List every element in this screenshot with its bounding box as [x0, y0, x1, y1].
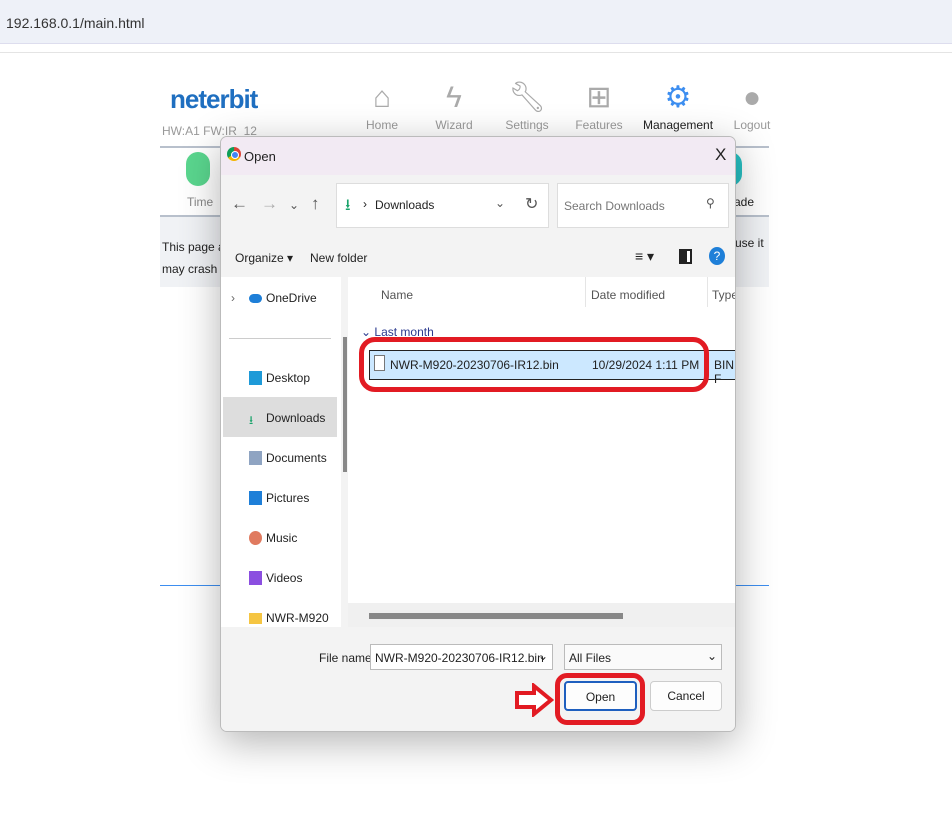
highlight-annotation [359, 337, 709, 392]
column-date-modified[interactable]: Date modified [591, 288, 665, 302]
search-input[interactable]: Search Downloads ⚲ [557, 183, 729, 228]
logo: neterbit [170, 84, 258, 114]
divider [0, 52, 952, 53]
highlight-annotation [555, 673, 645, 725]
column-divider [585, 277, 586, 307]
command-bar: Organize ▾ New folder ≡ ▾ ? [221, 235, 735, 275]
nav-item-pictures[interactable]: Pictures📌︎ [249, 491, 369, 505]
chevron-down-icon[interactable]: ⌄ [495, 196, 505, 210]
nav-label: Desktop [266, 371, 311, 385]
column-name[interactable]: Name [381, 288, 413, 302]
nav-label: Documents [266, 451, 327, 465]
breadcrumb-bar[interactable]: ⭳ › Downloads ⌄ ↻ [336, 183, 549, 228]
nav-home[interactable]: ⌂ Home [347, 78, 417, 132]
chevron-down-icon[interactable]: ⌄ [538, 649, 548, 663]
file-name-label: File name: [319, 651, 376, 665]
nav-features[interactable]: ⊞ Features [564, 78, 634, 132]
column-divider [707, 277, 708, 307]
arrow-annotation-icon [515, 683, 554, 717]
nav-label: Features [575, 118, 623, 132]
nav-label: Management [643, 118, 714, 132]
nav-label: Pictures [266, 491, 310, 505]
nav-label: OneDrive [266, 291, 317, 305]
nav-label: Home [365, 118, 398, 132]
nav-label: Wizard [435, 118, 473, 132]
scrollbar-thumb[interactable] [369, 613, 623, 619]
address-bar[interactable]: 192.168.0.1/main.html [0, 0, 952, 44]
nav-item-onedrive[interactable]: OneDrive [249, 291, 317, 305]
cancel-button[interactable]: Cancel [650, 681, 722, 711]
column-type[interactable]: Type [712, 288, 735, 302]
breadcrumb-sep: › [363, 197, 367, 211]
view-menu-icon[interactable]: ≡ ▾ [635, 248, 654, 265]
logout-icon: ● [742, 81, 762, 114]
forward-icon[interactable]: → [261, 194, 278, 214]
dialog-footer: File name: NWR-M920-20230706-IR12.bin ⌄ A… [221, 627, 735, 731]
nav-label: Videos [266, 571, 303, 585]
nav-wizard[interactable]: ϟ Wizard [419, 78, 489, 132]
url-text: 192.168.0.1/main.html [6, 15, 145, 31]
up-icon[interactable]: ↑ [311, 194, 320, 214]
file-type-select[interactable]: All Files ⌄ [564, 644, 722, 670]
folder-icon [249, 612, 262, 624]
back-icon[interactable]: ← [231, 194, 248, 214]
cloud-icon [249, 293, 262, 303]
preview-pane-icon[interactable] [679, 249, 692, 264]
organize-button[interactable]: Organize ▾ [235, 251, 293, 265]
file-name-value: NWR-M920-20230706-IR12.bin [375, 651, 544, 665]
file-type: BIN F [714, 358, 735, 386]
features-icon: ⊞ [586, 81, 612, 114]
info-text-right: use it [735, 236, 764, 250]
subnav-upgrade[interactable]: ade [734, 195, 754, 209]
recent-chevron-icon[interactable]: ⌄ [289, 198, 299, 212]
search-icon: ⚲ [706, 196, 715, 210]
nav-management[interactable]: ⚙ Management [643, 78, 713, 132]
gear-icon: ⚙ [664, 81, 692, 114]
help-icon[interactable]: ? [709, 247, 725, 265]
breadcrumb[interactable]: Downloads [375, 198, 434, 212]
open-file-dialog: Open X ← → ⌄ ↑ ⭳ › Downloads ⌄ ↻ Search … [220, 136, 736, 732]
pictures-icon [249, 491, 262, 505]
downloads-icon: ⭳ [249, 413, 254, 427]
nav-label: Downloads [266, 411, 326, 425]
subnav-time[interactable]: Time [187, 195, 213, 209]
file-name-input[interactable]: NWR-M920-20230706-IR12.bin ⌄ [370, 644, 553, 670]
close-button[interactable]: X [715, 145, 726, 165]
wrench-icon: 🔧︎ [507, 81, 547, 114]
dialog-title: Open [244, 149, 276, 164]
time-icon[interactable] [186, 152, 210, 186]
nav-item-nwr-m920[interactable]: NWR-M920 [249, 611, 329, 625]
nav-item-videos[interactable]: Videos📌︎ [249, 571, 369, 585]
desktop-icon [249, 371, 262, 385]
refresh-icon[interactable]: ↻ [525, 194, 538, 214]
chevron-down-icon[interactable]: ⌄ [707, 649, 717, 663]
dialog-titlebar: Open X [221, 137, 735, 175]
nav-settings[interactable]: 🔧︎ Settings [492, 78, 562, 132]
music-icon [249, 531, 262, 545]
documents-icon [249, 451, 262, 465]
nav-logout[interactable]: ● Logout [717, 78, 787, 132]
nav-item-documents[interactable]: Documents📌︎ [249, 451, 369, 465]
filter-value: All Files [569, 651, 612, 665]
nav-item-music[interactable]: Music📌︎ [249, 531, 369, 545]
wizard-icon: ϟ [446, 81, 462, 114]
videos-icon [249, 571, 262, 585]
expand-chevron-icon[interactable]: › [231, 291, 235, 305]
new-folder-button[interactable]: New folder [310, 251, 367, 265]
downloads-icon: ⭳ [345, 197, 351, 214]
nav-label: Music [266, 531, 298, 545]
chrome-icon [227, 147, 241, 161]
nav-item-desktop[interactable]: Desktop📌︎ [249, 371, 369, 385]
nav-scrollbar[interactable] [343, 337, 347, 472]
search-placeholder: Search Downloads [564, 199, 665, 213]
nav-item-downloads[interactable]: ⭳Downloads📌︎ [249, 411, 369, 427]
divider [229, 338, 331, 339]
nav-label: NWR-M920 [266, 611, 329, 625]
nav-label: Settings [505, 118, 549, 132]
home-icon: ⌂ [372, 81, 392, 114]
nav-label: Logout [733, 118, 771, 132]
